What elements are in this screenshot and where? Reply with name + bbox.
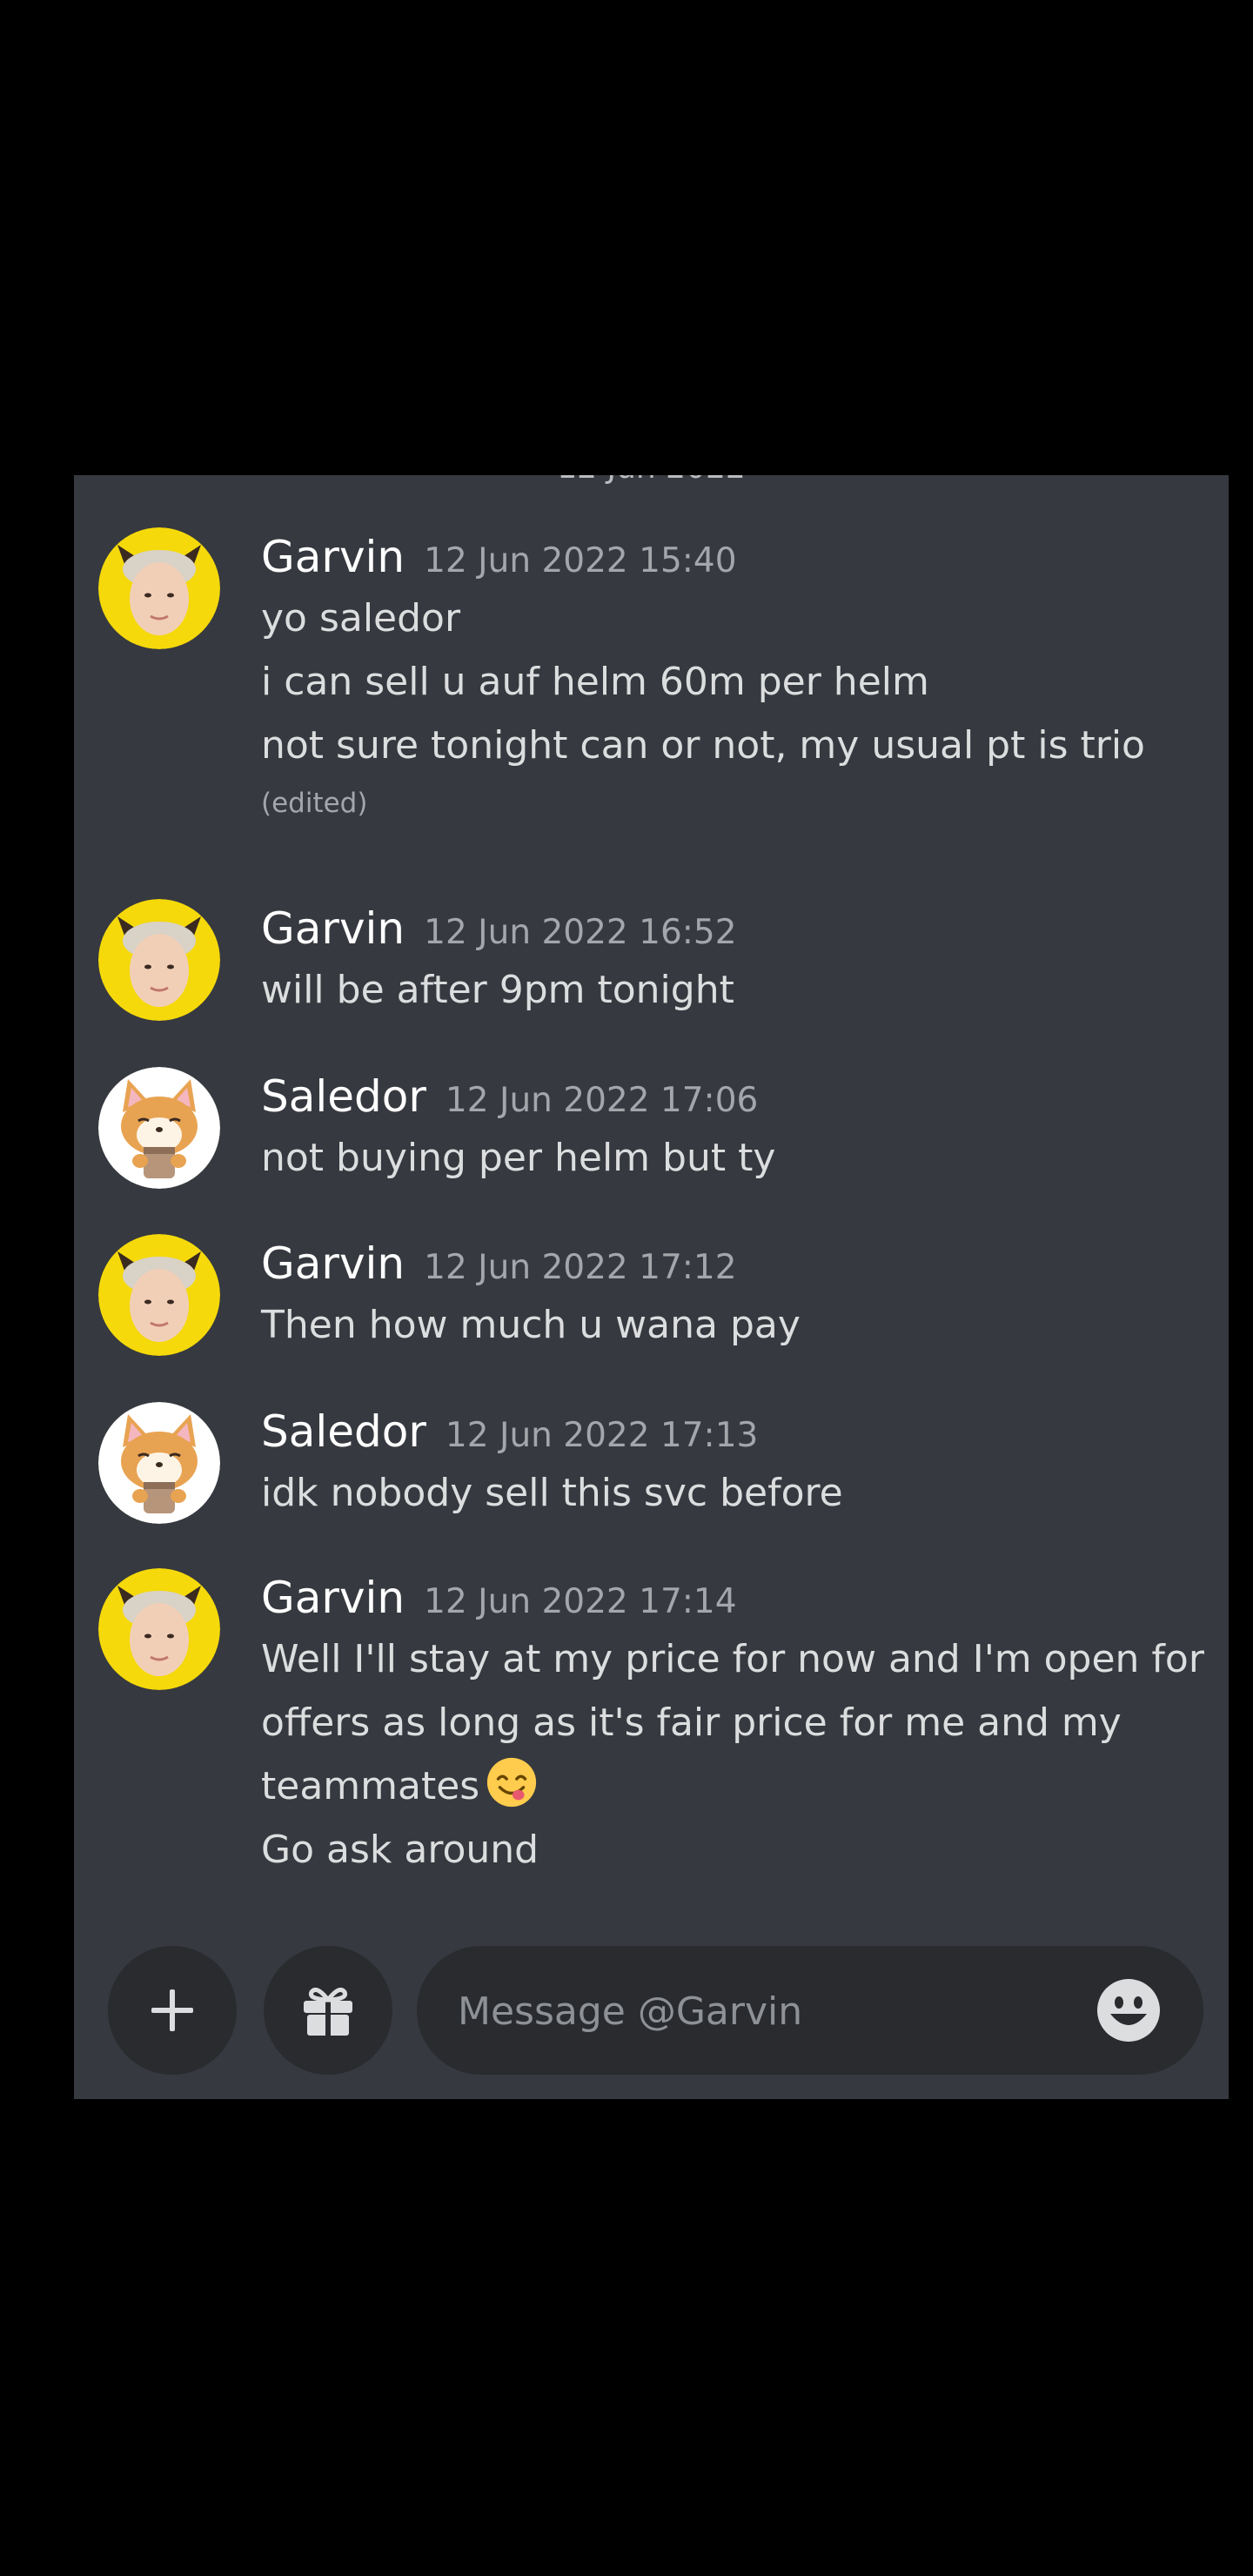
avatar-garvin[interactable] xyxy=(98,1234,220,1356)
gift-icon xyxy=(304,1988,352,2036)
message-timestamp: 12 Jun 2022 17:12 xyxy=(424,1248,737,1287)
message-text: yo saledor xyxy=(261,596,461,641)
message-author[interactable]: Garvin xyxy=(261,1234,405,1293)
message-text: teammates xyxy=(261,1764,480,1808)
message-timestamp: 12 Jun 2022 17:06 xyxy=(445,1081,759,1120)
avatar-saledor[interactable] xyxy=(98,1067,220,1189)
garvin-avatar-icon xyxy=(98,1568,220,1690)
message-text: idk nobody sell this svc before xyxy=(261,1471,843,1515)
message-text: not sure tonight can or not, my usual pt… xyxy=(261,723,1145,768)
saledor-avatar-icon xyxy=(98,1067,220,1189)
message-input[interactable] xyxy=(456,1946,1069,2076)
message-timestamp: 12 Jun 2022 15:40 xyxy=(424,541,737,580)
message-text: i can sell u auf helm 60m per helm xyxy=(261,660,929,704)
date-divider: 12 Jun 2022 xyxy=(74,475,1229,486)
message-author[interactable]: Garvin xyxy=(261,1568,405,1627)
add-attachment-button[interactable] xyxy=(108,1946,237,2075)
message-author[interactable]: Garvin xyxy=(261,527,405,587)
smiley-icon xyxy=(1097,1979,1160,2042)
garvin-avatar-icon xyxy=(98,1234,220,1356)
gift-button[interactable] xyxy=(264,1946,392,2075)
emoji-picker-button[interactable] xyxy=(1096,1977,1162,2043)
avatar-garvin[interactable] xyxy=(98,527,220,649)
message-composer[interactable] xyxy=(417,1946,1203,2076)
avatar-garvin[interactable] xyxy=(98,899,220,1021)
message-author[interactable]: Garvin xyxy=(261,899,405,958)
dm-chat-screen: 12 Jun 2022 Garvin 12 Jun 2022 15:40 yo … xyxy=(74,475,1229,2099)
yum-emoji-icon xyxy=(485,1755,539,1809)
message-text: offers as long as it's fair price for me… xyxy=(261,1701,1122,1745)
edited-label: (edited) xyxy=(261,788,368,819)
message-author[interactable]: Saledor xyxy=(261,1402,426,1461)
message-timestamp: 12 Jun 2022 16:52 xyxy=(424,913,737,952)
message-timestamp: 12 Jun 2022 17:14 xyxy=(424,1582,737,1621)
saledor-avatar-icon xyxy=(98,1402,220,1524)
message-text: will be after 9pm tonight xyxy=(261,968,734,1012)
avatar-garvin[interactable] xyxy=(98,1568,220,1690)
garvin-avatar-icon xyxy=(98,527,220,649)
message-text: Then how much u wana pay xyxy=(261,1303,801,1347)
message-author[interactable]: Saledor xyxy=(261,1067,426,1126)
message-text: not buying per helm but ty xyxy=(261,1136,776,1180)
plus-icon xyxy=(151,1989,193,2031)
message-text: Well I'll stay at my price for now and I… xyxy=(261,1637,1204,1681)
message-text: Go ask around xyxy=(261,1828,539,1872)
garvin-avatar-icon xyxy=(98,899,220,1021)
avatar-saledor[interactable] xyxy=(98,1402,220,1524)
message-text-with-emoji: teammates xyxy=(261,1754,1194,1818)
message-timestamp: 12 Jun 2022 17:13 xyxy=(445,1416,759,1455)
